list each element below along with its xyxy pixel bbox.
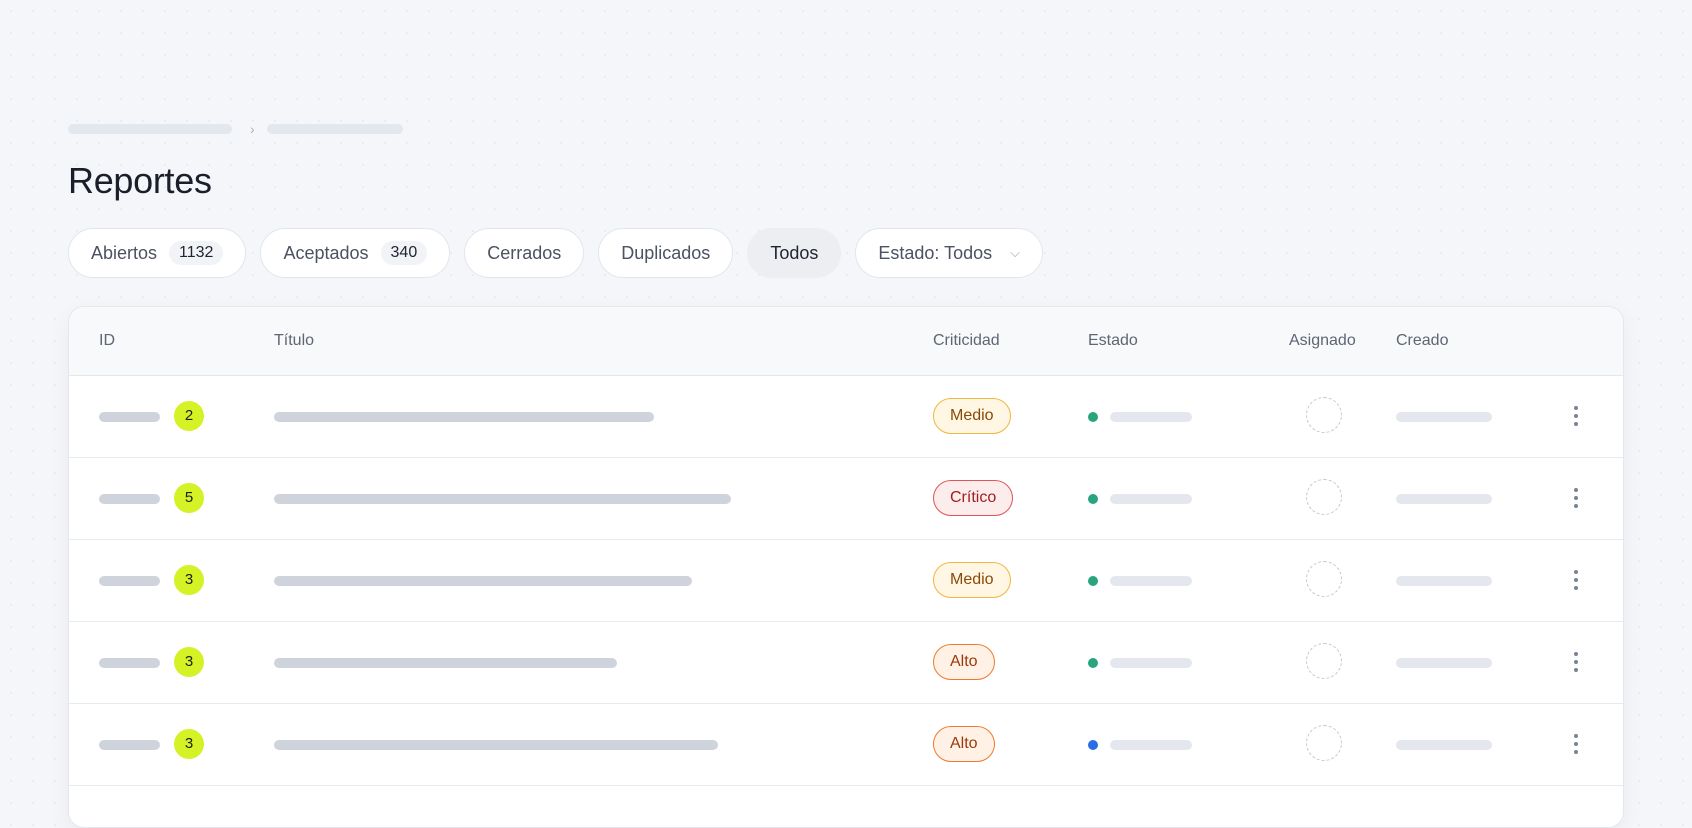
id-placeholder (99, 740, 160, 750)
filter-duplicados[interactable]: Duplicados (598, 228, 734, 278)
status-placeholder (1110, 412, 1192, 422)
status-select[interactable]: Estado: Todos ⌵ (855, 228, 1043, 278)
more-options-icon[interactable] (1566, 562, 1586, 598)
criticality-badge: Medio (933, 398, 1011, 434)
filter-aceptados[interactable]: Aceptados 340 (260, 228, 451, 278)
filter-bar: Abiertos 1132 Aceptados 340 Cerrados Dup… (68, 228, 1043, 278)
column-header-id[interactable]: ID (99, 307, 115, 375)
assignee-avatar-empty[interactable] (1306, 397, 1342, 433)
created-placeholder (1396, 576, 1492, 586)
id-count-badge: 3 (174, 647, 204, 677)
more-options-icon[interactable] (1566, 480, 1586, 516)
status-dot (1088, 494, 1098, 504)
title-placeholder (274, 658, 617, 668)
status-select-label: Estado: Todos (878, 242, 993, 263)
filter-label: Todos (770, 242, 819, 263)
id-count-badge: 3 (174, 565, 204, 595)
column-header-status[interactable]: Estado (1088, 307, 1138, 375)
created-placeholder (1396, 740, 1492, 750)
id-count-badge: 5 (174, 483, 204, 513)
status-placeholder (1110, 576, 1192, 586)
id-count-badge: 3 (174, 729, 204, 759)
table-row[interactable]: 2 Medio (69, 376, 1623, 458)
assignee-avatar-empty[interactable] (1306, 643, 1342, 679)
more-options-icon[interactable] (1566, 644, 1586, 680)
column-header-criticality[interactable]: Criticidad (933, 307, 1000, 375)
table-row[interactable]: 3 Medio (69, 540, 1623, 622)
breadcrumb-item-placeholder[interactable] (68, 124, 232, 134)
more-options-icon[interactable] (1566, 398, 1586, 434)
status-dot (1088, 412, 1098, 422)
title-placeholder (274, 494, 731, 504)
breadcrumb-item-placeholder[interactable] (266, 124, 403, 134)
column-header-created[interactable]: Creado (1396, 307, 1448, 375)
column-header-assigned[interactable]: Asignado (1289, 307, 1356, 375)
table-row[interactable]: 5 Crítico (69, 458, 1623, 540)
filter-todos[interactable]: Todos (747, 228, 842, 278)
assignee-avatar-empty[interactable] (1306, 479, 1342, 515)
table-row[interactable]: 3 Alto (69, 704, 1623, 786)
filter-count: 1132 (169, 241, 224, 265)
title-placeholder (274, 740, 718, 750)
filter-count: 340 (380, 241, 428, 265)
chevron-right-icon: › (250, 121, 255, 137)
status-placeholder (1110, 740, 1192, 750)
chevron-down-icon: ⌵ (1010, 245, 1020, 260)
breadcrumb: › (68, 121, 403, 137)
created-placeholder (1396, 658, 1492, 668)
page-title: Reportes (68, 160, 212, 201)
created-placeholder (1396, 412, 1492, 422)
filter-cerrados[interactable]: Cerrados (464, 228, 585, 278)
title-placeholder (274, 576, 692, 586)
id-placeholder (99, 576, 160, 586)
assignee-avatar-empty[interactable] (1306, 725, 1342, 761)
table-header: ID Título Criticidad Estado Asignado Cre… (69, 307, 1623, 376)
criticality-badge: Crítico (933, 480, 1014, 516)
reports-table: ID Título Criticidad Estado Asignado Cre… (68, 306, 1624, 828)
criticality-badge: Medio (933, 562, 1011, 598)
table-row[interactable]: 3 Alto (69, 622, 1623, 704)
created-placeholder (1396, 494, 1492, 504)
filter-label: Duplicados (621, 242, 711, 263)
criticality-badge: Alto (933, 726, 995, 762)
id-placeholder (99, 412, 160, 422)
criticality-badge: Alto (933, 644, 995, 680)
filter-label: Cerrados (487, 242, 562, 263)
assignee-avatar-empty[interactable] (1306, 561, 1342, 597)
column-header-title[interactable]: Título (274, 307, 314, 375)
title-placeholder (274, 412, 654, 422)
filter-abiertos[interactable]: Abiertos 1132 (68, 228, 247, 278)
status-dot (1088, 740, 1098, 750)
status-placeholder (1110, 494, 1192, 504)
id-count-badge: 2 (174, 401, 204, 431)
status-dot (1088, 576, 1098, 586)
status-placeholder (1110, 658, 1192, 668)
filter-label: Aceptados (283, 242, 369, 263)
filter-label: Abiertos (91, 242, 158, 263)
id-placeholder (99, 494, 160, 504)
status-dot (1088, 658, 1098, 668)
more-options-icon[interactable] (1566, 726, 1586, 762)
id-placeholder (99, 658, 160, 668)
